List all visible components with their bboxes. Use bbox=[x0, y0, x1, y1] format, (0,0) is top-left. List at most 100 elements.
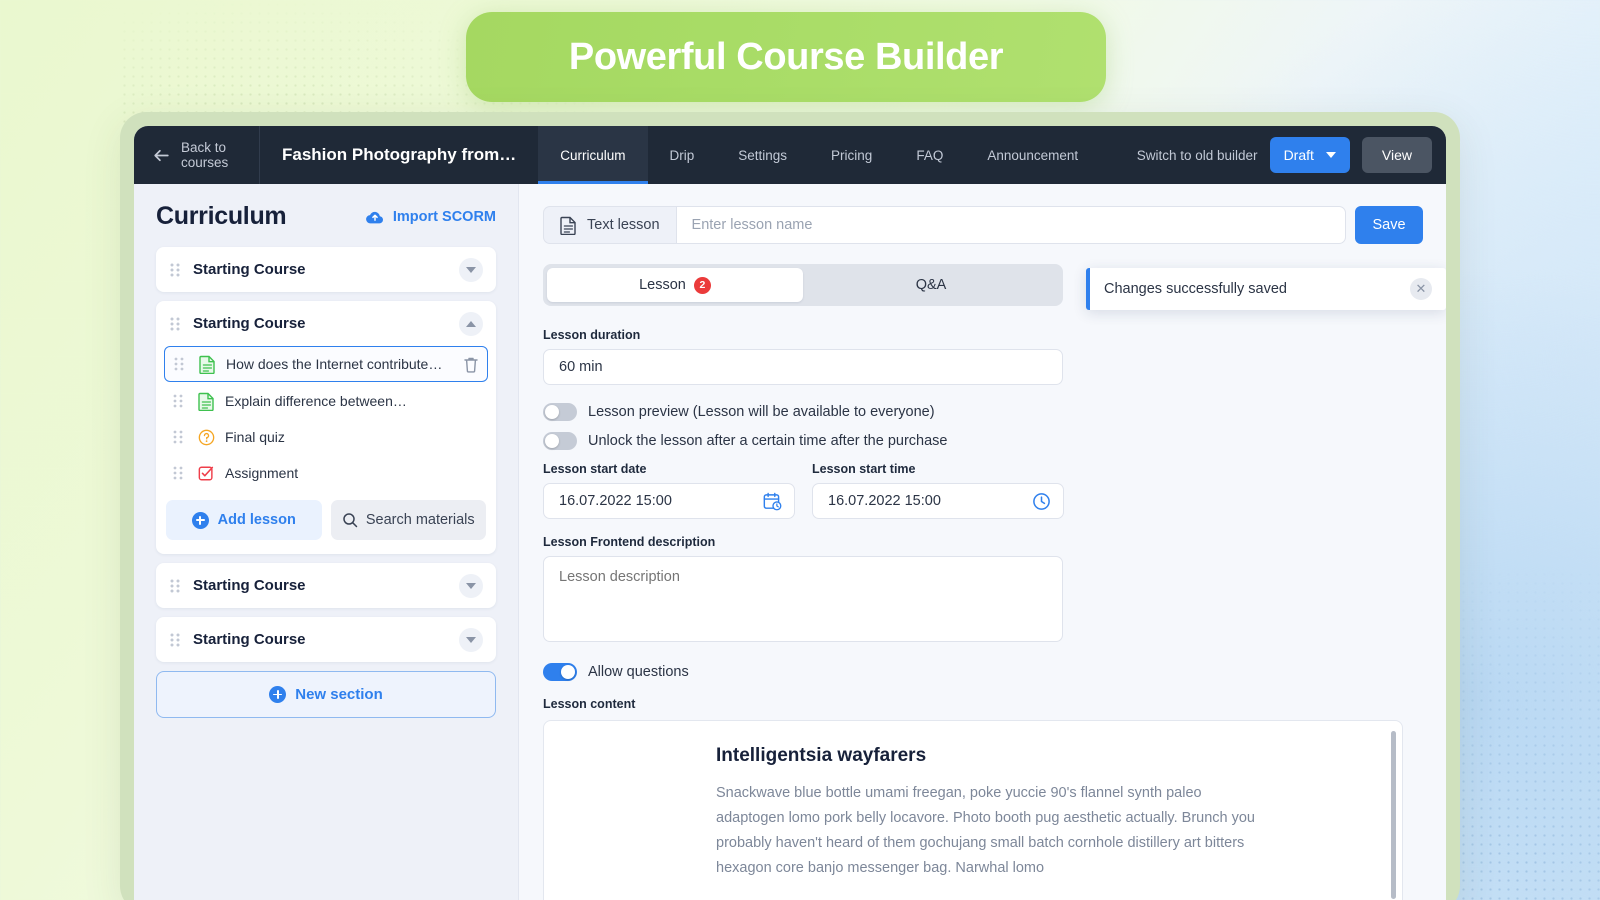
calendar-icon[interactable] bbox=[763, 492, 782, 511]
lesson-name-input[interactable] bbox=[675, 206, 1346, 244]
list-item[interactable]: How does the Internet contribute… bbox=[164, 346, 488, 382]
section-header[interactable]: Starting Course bbox=[156, 563, 496, 608]
chevron-down-icon bbox=[466, 266, 476, 273]
allow-questions-toggle[interactable] bbox=[543, 663, 577, 681]
lesson-preview-toggle[interactable] bbox=[543, 403, 577, 421]
section-header[interactable]: Starting Course bbox=[156, 301, 496, 346]
close-icon[interactable]: ✕ bbox=[1410, 278, 1432, 300]
lesson-duration-label: Lesson duration bbox=[543, 328, 641, 342]
drag-handle-icon[interactable] bbox=[173, 356, 185, 372]
unlock-lesson-toggle[interactable] bbox=[543, 432, 577, 450]
lesson-preview-label: Lesson preview (Lesson will be available… bbox=[588, 404, 935, 420]
section-collapse-toggle[interactable] bbox=[459, 573, 483, 598]
lesson-start-date-value: 16.07.2022 15:00 bbox=[559, 493, 672, 509]
course-title: Fashion Photography from… bbox=[282, 145, 517, 164]
search-materials-button[interactable]: Search materials bbox=[330, 500, 486, 540]
section-title: Starting Course bbox=[193, 577, 306, 594]
list-item[interactable]: Explain difference between… bbox=[164, 384, 488, 418]
lesson-title: Assignment bbox=[225, 465, 299, 481]
section-collapse-toggle[interactable] bbox=[459, 627, 483, 652]
search-materials-label: Search materials bbox=[365, 512, 475, 528]
back-to-courses-button[interactable]: Back to courses bbox=[134, 126, 260, 184]
lesson-preview-toggle-row: Lesson preview (Lesson will be available… bbox=[543, 403, 1423, 421]
lesson-title: Final quiz bbox=[225, 429, 285, 445]
draft-status-dropdown[interactable]: Draft bbox=[1269, 137, 1350, 173]
status-badge: 2 bbox=[693, 276, 711, 294]
add-lesson-button[interactable]: Add lesson bbox=[166, 500, 322, 540]
toggle-knob bbox=[561, 665, 575, 679]
switch-to-old-builder-link[interactable]: Switch to old builder bbox=[1137, 148, 1258, 163]
list-item[interactable]: Final quiz bbox=[164, 420, 488, 454]
tab-lesson[interactable]: Lesson 2 bbox=[547, 268, 803, 302]
drag-handle-icon[interactable] bbox=[169, 262, 181, 278]
section-card: Starting Course bbox=[156, 563, 496, 608]
lesson-title: Explain difference between… bbox=[225, 393, 407, 409]
app-body: Curriculum Import SCORM Starting Course … bbox=[134, 184, 1446, 900]
drag-handle-icon[interactable] bbox=[172, 465, 184, 481]
list-item[interactable]: Assignment bbox=[164, 456, 488, 490]
clock-icon[interactable] bbox=[1032, 492, 1051, 511]
section-header[interactable]: Starting Course bbox=[156, 247, 496, 292]
tab-settings[interactable]: Settings bbox=[716, 126, 809, 184]
content-inner: Intelligentsia wayfarers Snackwave blue … bbox=[544, 721, 1402, 900]
new-section-label: New section bbox=[295, 686, 383, 703]
chevron-up-icon bbox=[466, 320, 476, 327]
section-collapse-toggle[interactable] bbox=[459, 257, 483, 282]
editor-form: Text lesson Save Lesson 2 Q&A Lesson dur… bbox=[543, 206, 1423, 900]
lesson-schedule-row: Lesson start date 16.07.2022 15:00 Lesso… bbox=[543, 462, 1423, 519]
tab-pricing[interactable]: Pricing bbox=[809, 126, 894, 184]
sidebar-header: Curriculum Import SCORM bbox=[156, 202, 496, 231]
drag-handle-icon[interactable] bbox=[169, 578, 181, 594]
delete-icon[interactable] bbox=[463, 356, 479, 373]
quiz-icon bbox=[198, 429, 215, 445]
tab-drip[interactable]: Drip bbox=[648, 126, 717, 184]
lesson-duration-input[interactable] bbox=[543, 349, 1063, 385]
curriculum-sidebar: Curriculum Import SCORM Starting Course … bbox=[134, 184, 519, 900]
import-scorm-button[interactable]: Import SCORM bbox=[365, 209, 496, 225]
lesson-name-row: Text lesson Save bbox=[543, 206, 1423, 244]
lesson-content-editor[interactable]: Intelligentsia wayfarers Snackwave blue … bbox=[543, 720, 1403, 900]
tab-qa-label: Q&A bbox=[915, 277, 947, 293]
lesson-content-label: Lesson content bbox=[543, 697, 636, 711]
tab-faq[interactable]: FAQ bbox=[894, 126, 965, 184]
tab-lesson-label: Lesson bbox=[639, 277, 686, 293]
content-heading: Intelligentsia wayfarers bbox=[716, 745, 927, 766]
page-title: Curriculum bbox=[156, 202, 287, 230]
draft-label: Draft bbox=[1283, 147, 1314, 163]
lesson-actions: Add lesson Search materials bbox=[164, 492, 488, 546]
content-paragraph: Snackwave blue bottle umami freegan, pok… bbox=[716, 785, 1255, 876]
device-frame: Back to courses Fashion Photography from… bbox=[120, 112, 1460, 900]
save-button[interactable]: Save bbox=[1355, 206, 1423, 244]
section-title: Starting Course bbox=[193, 631, 306, 648]
section-header[interactable]: Starting Course bbox=[156, 617, 496, 662]
drag-handle-icon[interactable] bbox=[172, 393, 184, 409]
tab-announcement[interactable]: Announcement bbox=[965, 126, 1100, 184]
lesson-start-time-input[interactable]: 16.07.2022 15:00 bbox=[812, 483, 1064, 519]
frontend-description-textarea[interactable] bbox=[543, 556, 1063, 642]
add-lesson-label: Add lesson bbox=[217, 512, 296, 528]
section-collapse-toggle[interactable] bbox=[459, 311, 483, 336]
drag-handle-icon[interactable] bbox=[169, 632, 181, 648]
new-section-button[interactable]: New section bbox=[156, 671, 496, 718]
text-lesson-icon bbox=[198, 392, 214, 411]
unlock-lesson-label: Unlock the lesson after a certain time a… bbox=[588, 433, 948, 449]
chevron-down-icon bbox=[466, 636, 476, 643]
lesson-start-date-field: Lesson start date 16.07.2022 15:00 bbox=[543, 462, 795, 519]
toggle-knob bbox=[545, 434, 559, 448]
lesson-type-chip[interactable]: Text lesson bbox=[543, 206, 676, 244]
lesson-start-time-label: Lesson start time bbox=[812, 462, 916, 476]
tab-qa[interactable]: Q&A bbox=[803, 268, 1059, 302]
tab-curriculum[interactable]: Curriculum bbox=[538, 126, 648, 184]
view-button[interactable]: View bbox=[1361, 137, 1432, 173]
section-card: Starting Course bbox=[156, 617, 496, 662]
assignment-icon bbox=[198, 466, 214, 480]
drag-handle-icon[interactable] bbox=[172, 429, 184, 445]
lesson-type-label: Text lesson bbox=[587, 217, 660, 233]
lesson-start-date-input[interactable]: 16.07.2022 15:00 bbox=[543, 483, 795, 519]
toggle-knob bbox=[545, 405, 559, 419]
text-lesson-icon bbox=[199, 355, 215, 374]
drag-handle-icon[interactable] bbox=[169, 316, 181, 332]
section-title: Starting Course bbox=[193, 315, 306, 332]
content-scrollbar[interactable] bbox=[1391, 731, 1396, 899]
section-card: Starting Course bbox=[156, 247, 496, 292]
